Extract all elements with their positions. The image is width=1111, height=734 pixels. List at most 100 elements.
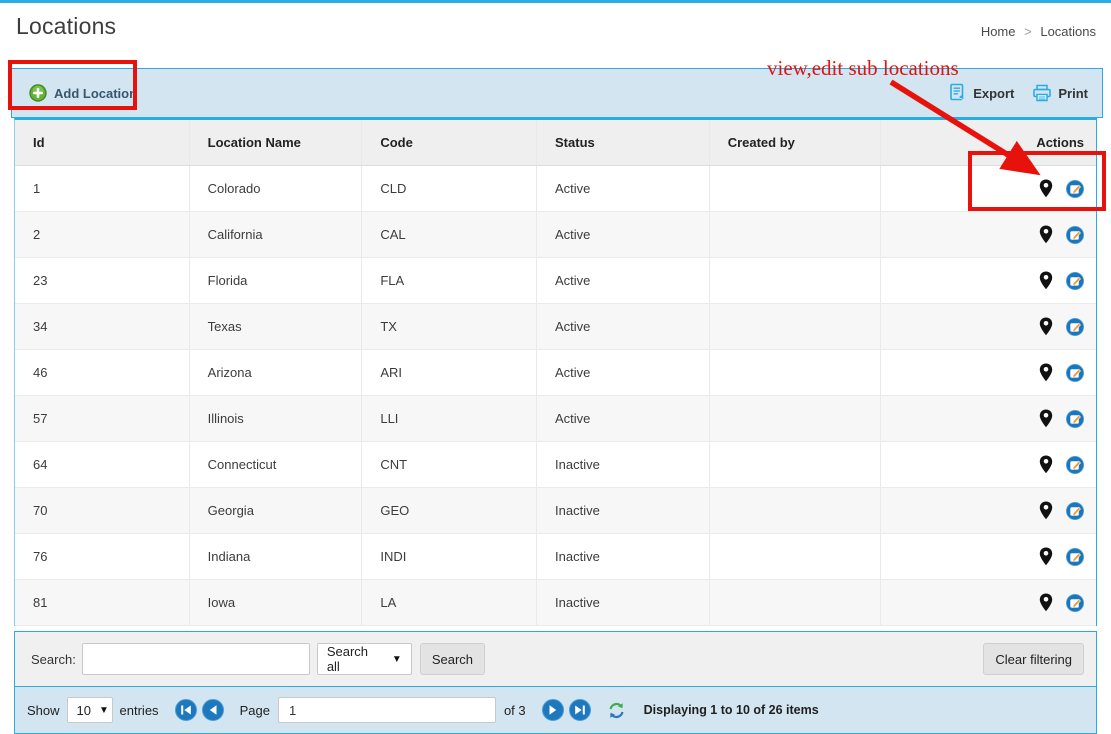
page-size-value: 10 [77,703,91,718]
search-input[interactable] [82,643,310,675]
cell-id: 76 [15,534,190,579]
table-row: 34 Texas TX Active [15,304,1096,350]
next-page-button[interactable] [542,699,564,721]
breadcrumb-separator: > [1024,24,1032,39]
cell-location-name: Arizona [190,350,363,395]
cell-location-name: Connecticut [190,442,363,487]
edit-location-icon[interactable] [1066,318,1084,336]
cell-location-name: Illinois [190,396,363,441]
refresh-icon[interactable] [607,701,626,720]
cell-id: 23 [15,258,190,303]
edit-location-icon[interactable] [1066,272,1084,290]
sub-locations-pin-icon[interactable] [1039,409,1053,428]
sub-locations-pin-icon[interactable] [1039,271,1053,290]
cell-status: Active [537,166,710,211]
export-button[interactable]: Export [948,83,1014,103]
table-row: 64 Connecticut CNT Inactive [15,442,1096,488]
cell-actions [881,212,1096,257]
cell-id: 64 [15,442,190,487]
cell-actions [881,442,1096,487]
cell-code: FLA [362,258,537,303]
export-label: Export [973,86,1014,101]
sub-locations-pin-icon[interactable] [1039,317,1053,336]
edit-location-icon[interactable] [1066,594,1084,612]
cell-created-by [710,166,882,211]
locations-page: Locations Home > Locations Add Location [0,0,1111,734]
column-header-code[interactable]: Code [362,120,537,165]
breadcrumb: Home > Locations [981,24,1096,39]
chevron-down-icon: ▼ [99,705,109,716]
print-icon [1032,84,1052,103]
cell-actions [881,350,1096,395]
cell-actions [881,304,1096,349]
table-row: 46 Arizona ARI Active [15,350,1096,396]
cell-created-by [710,580,882,625]
sub-locations-pin-icon[interactable] [1039,501,1053,520]
cell-created-by [710,258,882,303]
page-title: Locations [16,13,116,40]
edit-location-icon[interactable] [1066,410,1084,428]
search-bar: Search: Search all ▼ Search Clear filter… [14,631,1097,687]
page-number-input[interactable] [278,697,496,723]
cell-code: LLI [362,396,537,441]
column-header-id[interactable]: Id [15,120,190,165]
search-scope-select[interactable]: Search all ▼ [317,643,412,675]
breadcrumb-home-link[interactable]: Home [981,24,1016,39]
sub-locations-pin-icon[interactable] [1039,455,1053,474]
cell-id: 57 [15,396,190,441]
edit-location-icon[interactable] [1066,226,1084,244]
export-document-icon [948,83,967,103]
column-header-location-name[interactable]: Location Name [190,120,363,165]
last-page-button[interactable] [569,699,591,721]
cell-location-name: Indiana [190,534,363,579]
table-row: 1 Colorado CLD Active [15,166,1096,212]
sub-locations-pin-icon[interactable] [1039,593,1053,612]
show-label: Show [27,703,60,718]
table-header: Id Location Name Code Status Created by … [15,120,1096,166]
cell-status: Inactive [537,488,710,533]
edit-location-icon[interactable] [1066,548,1084,566]
cell-code: TX [362,304,537,349]
table-body: 1 Colorado CLD Active [15,166,1096,626]
cell-id: 1 [15,166,190,211]
first-page-button[interactable] [175,699,197,721]
edit-location-icon[interactable] [1066,502,1084,520]
sub-locations-pin-icon[interactable] [1039,225,1053,244]
cell-actions [881,580,1096,625]
cell-actions [881,258,1096,303]
pagination-bar: Show 10 ▼ entries Page of 3 [14,687,1097,734]
annotation-box-add-location [8,60,137,110]
cell-code: CLD [362,166,537,211]
print-button[interactable]: Print [1032,84,1088,103]
cell-created-by [710,212,882,257]
cell-actions [881,488,1096,533]
cell-location-name: Iowa [190,580,363,625]
clear-filtering-button[interactable]: Clear filtering [983,643,1084,675]
table-row: 23 Florida FLA Active [15,258,1096,304]
cell-code: CNT [362,442,537,487]
edit-location-icon[interactable] [1066,364,1084,382]
sub-locations-pin-icon[interactable] [1039,547,1053,566]
table-row: 57 Illinois LLI Active [15,396,1096,442]
column-header-created-by[interactable]: Created by [710,120,882,165]
column-header-status[interactable]: Status [537,120,710,165]
cell-id: 2 [15,212,190,257]
cell-status: Active [537,212,710,257]
cell-created-by [710,350,882,395]
table-row: 76 Indiana INDI Inactive [15,534,1096,580]
breadcrumb-current: Locations [1040,24,1096,39]
cell-status: Active [537,396,710,441]
cell-id: 81 [15,580,190,625]
sub-locations-pin-icon[interactable] [1039,363,1053,382]
previous-page-button[interactable] [202,699,224,721]
cell-code: GEO [362,488,537,533]
cell-location-name: Florida [190,258,363,303]
print-label: Print [1058,86,1088,101]
cell-status: Active [537,258,710,303]
table-row: 2 California CAL Active [15,212,1096,258]
edit-location-icon[interactable] [1066,456,1084,474]
cell-location-name: Colorado [190,166,363,211]
search-button[interactable]: Search [420,643,485,675]
cell-actions [881,396,1096,441]
page-size-select[interactable]: 10 ▼ [67,697,113,723]
